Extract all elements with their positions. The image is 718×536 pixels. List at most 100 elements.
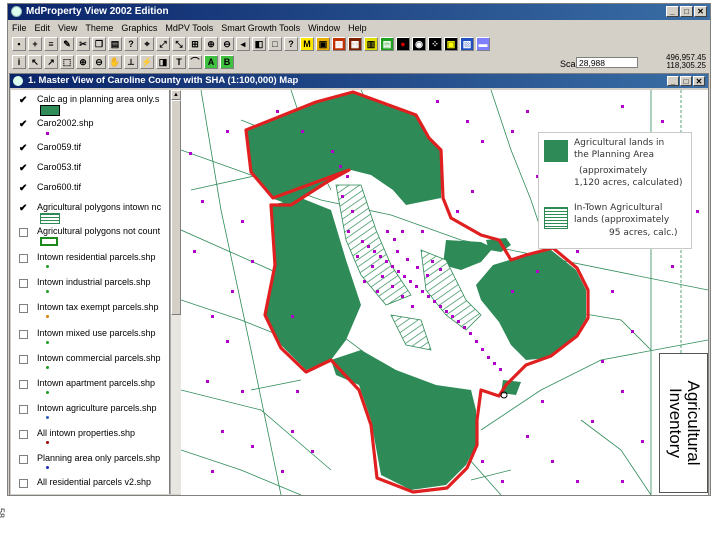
checkbox-unchecked-icon[interactable] <box>19 405 28 414</box>
cut-icon[interactable]: ✂ <box>76 37 90 51</box>
maximize-button[interactable]: □ <box>680 6 693 17</box>
paste-icon[interactable]: ▤ <box>108 37 122 51</box>
checkbox-checked-icon[interactable]: ✔ <box>19 96 28 106</box>
copy-icon[interactable]: ❐ <box>92 37 106 51</box>
green-tool-icon-1[interactable]: A <box>204 55 218 69</box>
layer-name: Intown apartment parcels.shp <box>37 378 156 388</box>
maximize-button[interactable]: □ <box>680 76 692 86</box>
layer-entry[interactable]: Intown commercial parcels.shp <box>13 351 167 375</box>
layer-entry[interactable]: Agricultural polygons not count <box>13 224 167 248</box>
menu-edit[interactable]: Edit <box>31 23 55 33</box>
pointer-tool-icon[interactable]: ↖ <box>28 55 42 69</box>
checkbox-unchecked-icon[interactable] <box>19 304 28 313</box>
mdpv-tool-icon-11[interactable]: ▧ <box>460 37 474 51</box>
layer-name: Planning area only parcels.shp <box>37 453 161 463</box>
scroll-up-icon[interactable]: ▲ <box>171 90 181 100</box>
layer-entry[interactable]: Intown apartment parcels.shp <box>13 376 167 400</box>
zoom-full-icon[interactable]: ⤢ <box>156 37 170 51</box>
mdpv-tool-icon-4[interactable]: ▦ <box>348 37 362 51</box>
zoom-in-icon[interactable]: ⊕ <box>204 37 218 51</box>
query-icon[interactable]: ? <box>124 37 138 51</box>
zoom-in-tool-icon[interactable]: ⊕ <box>76 55 90 69</box>
measure-tool-icon[interactable]: ⟂ <box>124 55 138 69</box>
text-tool-icon[interactable]: T <box>172 55 186 69</box>
close-button[interactable]: ✕ <box>694 6 707 17</box>
layer-entry[interactable]: Intown residential parcels.shp <box>13 250 167 274</box>
layer-entry[interactable]: Intown industrial parcels.shp <box>13 275 167 299</box>
mdpv-tool-icon-1[interactable]: M <box>300 37 314 51</box>
pan-tool-icon[interactable]: ✋ <box>108 55 122 69</box>
checkbox-unchecked-icon[interactable] <box>19 279 28 288</box>
edit-legend-icon[interactable]: ✎ <box>60 37 74 51</box>
mdpv-tool-icon-3[interactable]: ▩ <box>332 37 346 51</box>
checkbox-checked-icon[interactable]: ✔ <box>19 144 28 154</box>
green-tool-icon-2[interactable]: B <box>220 55 234 69</box>
save-icon[interactable]: ▪ <box>12 37 26 51</box>
vertex-edit-icon[interactable]: ↗ <box>44 55 58 69</box>
checkbox-unchecked-icon[interactable] <box>19 430 28 439</box>
menu-mdpv-tools[interactable]: MdPV Tools <box>161 23 217 33</box>
toc-scrollbar[interactable]: ▲ <box>170 90 181 494</box>
zoom-out-icon[interactable]: ⊖ <box>220 37 234 51</box>
mdpv-tool-icon-2[interactable]: ▣ <box>316 37 330 51</box>
select-by-theme-icon[interactable]: ◧ <box>252 37 266 51</box>
layer-entry[interactable]: Intown mixed use parcels.shp <box>13 326 167 350</box>
checkbox-checked-icon[interactable]: ✔ <box>19 164 28 174</box>
zoom-active-icon[interactable]: ⤡ <box>172 37 186 51</box>
locate-icon[interactable]: ⌖ <box>140 37 154 51</box>
layer-entry[interactable]: Intown tax exempt parcels.shp <box>13 300 167 324</box>
checkbox-unchecked-icon[interactable] <box>19 479 28 488</box>
checkbox-unchecked-icon[interactable] <box>19 355 28 364</box>
map-window-titlebar[interactable]: 1. Master View of Caroline County with S… <box>10 74 708 88</box>
map-canvas[interactable]: Agricultural lands in the Planning Area … <box>181 90 708 495</box>
checkbox-unchecked-icon[interactable] <box>19 380 28 389</box>
layer-entry[interactable]: Planning area only parcels.shp <box>13 451 167 475</box>
menu-view[interactable]: View <box>54 23 81 33</box>
label-tool-icon[interactable]: ◨ <box>156 55 170 69</box>
layer-entry[interactable]: ✔ Agricultural polygons intown nc <box>13 200 167 224</box>
minimize-button[interactable]: _ <box>666 6 679 17</box>
layer-entry[interactable]: All residential parcels v2.shp <box>13 475 167 494</box>
menu-file[interactable]: File <box>8 23 31 33</box>
zoom-previous-icon[interactable]: ◂ <box>236 37 250 51</box>
menu-smart-growth-tools[interactable]: Smart Growth Tools <box>217 23 304 33</box>
table-icon[interactable]: ≡ <box>44 37 58 51</box>
checkbox-checked-icon[interactable]: ✔ <box>19 204 28 214</box>
checkbox-checked-icon[interactable]: ✔ <box>19 120 28 130</box>
mdpv-tool-icon-5[interactable]: ▥ <box>364 37 378 51</box>
layer-entry[interactable]: All intown properties.shp <box>13 426 167 450</box>
mdpv-tool-icon-12[interactable]: ▬ <box>476 37 490 51</box>
add-theme-icon[interactable]: + <box>28 37 42 51</box>
select-feature-icon[interactable]: ⬚ <box>60 55 74 69</box>
layer-entry[interactable]: ✔ Calc ag in planning area only.s <box>13 92 167 116</box>
checkbox-checked-icon[interactable]: ✔ <box>19 184 28 194</box>
zoom-out-tool-icon[interactable]: ⊖ <box>92 55 106 69</box>
checkbox-unchecked-icon[interactable] <box>19 330 28 339</box>
draw-tool-icon[interactable]: ⌒ <box>188 55 202 69</box>
mdpv-tool-icon-9[interactable]: ⁘ <box>428 37 442 51</box>
menu-help[interactable]: Help <box>344 23 371 33</box>
checkbox-unchecked-icon[interactable] <box>19 455 28 464</box>
menu-graphics[interactable]: Graphics <box>117 23 161 33</box>
minimize-button[interactable]: _ <box>667 76 679 86</box>
layer-entry[interactable]: Intown agriculture parcels.shp <box>13 401 167 425</box>
layer-entry[interactable]: ✔ Caro2002.shp <box>13 116 167 140</box>
menu-theme[interactable]: Theme <box>81 23 117 33</box>
mdpv-tool-icon-10[interactable]: ▣ <box>444 37 458 51</box>
menu-window[interactable]: Window <box>304 23 344 33</box>
app-titlebar[interactable]: MdProperty View 2002 Edition _ □ ✕ <box>8 4 710 20</box>
checkbox-unchecked-icon[interactable] <box>19 228 28 237</box>
hotlink-tool-icon[interactable]: ⚡ <box>140 55 154 69</box>
map-legend: Agricultural lands in the Planning Area … <box>538 132 692 249</box>
mdpv-tool-icon-6[interactable]: ▤ <box>380 37 394 51</box>
clear-selection-icon[interactable]: □ <box>268 37 282 51</box>
mdpv-tool-icon-7[interactable]: ● <box>396 37 410 51</box>
close-button[interactable]: ✕ <box>693 76 705 86</box>
info-tool-icon[interactable]: i <box>12 55 26 69</box>
mdpv-tool-icon-8[interactable]: ◉ <box>412 37 426 51</box>
checkbox-unchecked-icon[interactable] <box>19 254 28 263</box>
help-icon[interactable]: ? <box>284 37 298 51</box>
zoom-selected-icon[interactable]: ⊞ <box>188 37 202 51</box>
scroll-thumb[interactable] <box>171 100 181 315</box>
scale-input[interactable]: 28,988 <box>576 57 638 68</box>
